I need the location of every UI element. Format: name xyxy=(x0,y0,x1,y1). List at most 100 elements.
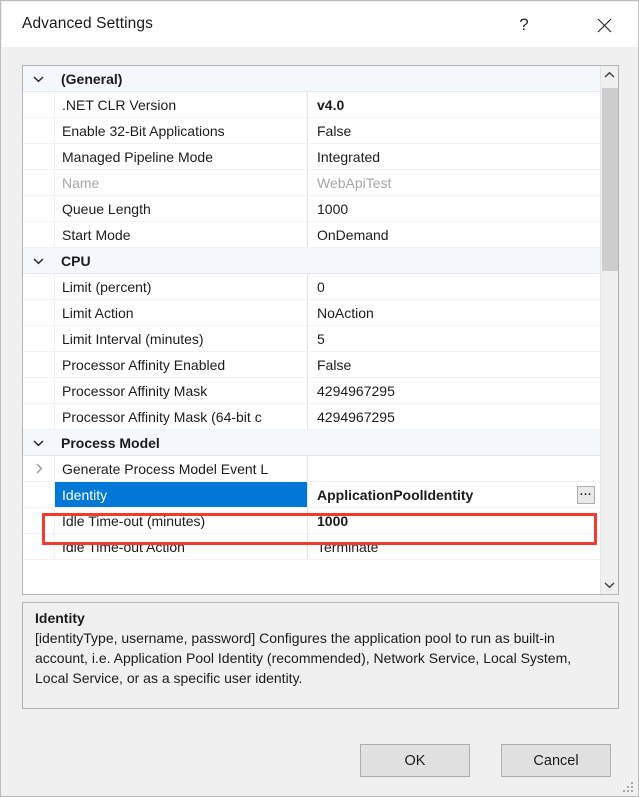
property-category-row[interactable]: CPU xyxy=(23,248,601,274)
property-value-text: 5 xyxy=(317,330,325,347)
property-name[interactable]: Enable 32-Bit Applications xyxy=(54,118,307,143)
property-value[interactable]: OnDemand xyxy=(307,222,601,247)
property-row[interactable]: Idle Time-out (minutes) 1000 xyxy=(23,508,601,534)
description-panel: Identity [identityType, username, passwo… xyxy=(22,602,619,709)
row-gutter xyxy=(23,144,54,169)
property-row[interactable]: Queue Length 1000 xyxy=(23,196,601,222)
property-name[interactable]: Processor Affinity Mask (64-bit c xyxy=(54,404,307,429)
property-value[interactable]: 5 xyxy=(307,326,601,351)
title-bar: Advanced Settings ? xyxy=(2,2,638,47)
property-name[interactable]: Idle Time-out Action xyxy=(54,534,307,559)
property-row[interactable]: Start Mode OnDemand xyxy=(23,222,601,248)
property-name[interactable]: Idle Time-out (minutes) xyxy=(54,508,307,533)
property-value-text: 1000 xyxy=(317,200,349,217)
scroll-down-button[interactable] xyxy=(601,576,618,594)
row-gutter xyxy=(23,508,54,533)
property-name[interactable]: .NET CLR Version xyxy=(54,92,307,117)
description-title: Identity xyxy=(35,610,85,626)
property-name[interactable]: Process Model xyxy=(54,430,307,455)
close-button[interactable] xyxy=(581,3,627,47)
property-value[interactable]: False xyxy=(307,118,601,143)
help-button[interactable]: ? xyxy=(501,3,547,47)
advanced-settings-dialog: Advanced Settings ? (General) .NET CLR Ve… xyxy=(0,0,639,797)
property-value-text: False xyxy=(317,122,352,139)
property-value[interactable] xyxy=(307,430,601,455)
property-value[interactable]: 1000 xyxy=(307,508,601,533)
property-value[interactable] xyxy=(307,248,601,273)
cancel-button[interactable]: Cancel xyxy=(501,744,611,777)
property-name[interactable]: Limit Action xyxy=(54,300,307,325)
property-name[interactable]: (General) xyxy=(54,66,307,91)
property-row[interactable]: Generate Process Model Event L xyxy=(23,456,601,482)
property-value[interactable]: 1000 xyxy=(307,196,601,221)
vertical-scrollbar[interactable] xyxy=(600,66,618,594)
property-value[interactable]: v4.0 xyxy=(307,92,601,117)
property-row[interactable]: .NET CLR Version v4.0 xyxy=(23,92,601,118)
ok-button[interactable]: OK xyxy=(360,744,470,777)
property-value[interactable]: 4294967295 xyxy=(307,378,601,403)
property-value[interactable] xyxy=(307,66,601,91)
property-grid-rows: (General) .NET CLR Version v4.0 Enable 32-B… xyxy=(23,66,601,594)
row-gutter xyxy=(23,92,54,117)
window-title: Advanced Settings xyxy=(22,15,153,32)
property-row[interactable]: Limit (percent) 0 xyxy=(23,274,601,300)
property-name[interactable]: Processor Affinity Mask xyxy=(54,378,307,403)
property-row[interactable]: Identity ApplicationPoolIdentity... xyxy=(23,482,601,508)
property-row[interactable]: Idle Time-out Action Terminate xyxy=(23,534,601,560)
property-name[interactable]: Generate Process Model Event L xyxy=(54,456,307,481)
chevron-down-icon[interactable] xyxy=(23,66,54,91)
property-value[interactable]: Integrated xyxy=(307,144,601,169)
chevron-down-icon xyxy=(604,576,615,594)
property-value[interactable]: ApplicationPoolIdentity... xyxy=(307,482,601,507)
property-name[interactable]: Queue Length xyxy=(54,196,307,221)
property-name[interactable]: Limit (percent) xyxy=(54,274,307,299)
property-row[interactable]: Managed Pipeline Mode Integrated xyxy=(23,144,601,170)
chevron-right-icon[interactable] xyxy=(23,456,54,481)
property-value-text: False xyxy=(317,356,352,373)
property-name[interactable]: CPU xyxy=(54,248,307,273)
row-gutter xyxy=(23,404,54,429)
chevron-down-icon[interactable] xyxy=(23,248,54,273)
property-row[interactable]: Limit Action NoAction xyxy=(23,300,601,326)
row-gutter xyxy=(23,378,54,403)
scroll-up-button[interactable] xyxy=(601,66,618,84)
property-name[interactable]: Processor Affinity Enabled xyxy=(54,352,307,377)
property-category-row[interactable]: Process Model xyxy=(23,430,601,456)
row-gutter xyxy=(23,300,54,325)
property-row[interactable]: Name WebApiTest xyxy=(23,170,601,196)
chevron-down-icon[interactable] xyxy=(23,430,54,455)
property-name[interactable]: Limit Interval (minutes) xyxy=(54,326,307,351)
question-mark-icon: ? xyxy=(519,15,529,34)
property-grid[interactable]: (General) .NET CLR Version v4.0 Enable 32-B… xyxy=(22,65,619,595)
property-name[interactable]: Managed Pipeline Mode xyxy=(54,144,307,169)
property-value-text: v4.0 xyxy=(317,96,345,113)
property-name[interactable]: Identity xyxy=(54,482,307,507)
property-value-text: NoAction xyxy=(317,304,374,321)
property-name[interactable]: Start Mode xyxy=(54,222,307,247)
property-value[interactable]: 0 xyxy=(307,274,601,299)
row-gutter xyxy=(23,222,54,247)
resize-grip[interactable] xyxy=(621,780,633,792)
row-gutter xyxy=(23,352,54,377)
property-value[interactable]: 4294967295 xyxy=(307,404,601,429)
property-value[interactable]: WebApiTest xyxy=(307,170,601,195)
property-value[interactable]: False xyxy=(307,352,601,377)
row-gutter xyxy=(23,534,54,559)
property-row[interactable]: Enable 32-Bit Applications False xyxy=(23,118,601,144)
property-value-text: 4294967295 xyxy=(317,382,395,399)
property-row[interactable]: Processor Affinity Enabled False xyxy=(23,352,601,378)
property-category-row[interactable]: (General) xyxy=(23,66,601,92)
property-row[interactable]: Limit Interval (minutes) 5 xyxy=(23,326,601,352)
property-value-text: Terminate xyxy=(317,538,379,555)
property-name[interactable]: Name xyxy=(54,170,307,195)
property-value[interactable] xyxy=(307,456,601,481)
description-text: [identityType, username, password] Confi… xyxy=(35,630,572,686)
browse-ellipsis-button[interactable]: ... xyxy=(577,486,595,504)
property-value-text: OnDemand xyxy=(317,226,389,243)
property-value[interactable]: NoAction xyxy=(307,300,601,325)
close-icon xyxy=(597,18,612,33)
property-value[interactable]: Terminate xyxy=(307,534,601,559)
property-row[interactable]: Processor Affinity Mask (64-bit c 4294967… xyxy=(23,404,601,430)
property-row[interactable]: Processor Affinity Mask 4294967295 xyxy=(23,378,601,404)
scrollbar-thumb[interactable] xyxy=(602,88,618,271)
